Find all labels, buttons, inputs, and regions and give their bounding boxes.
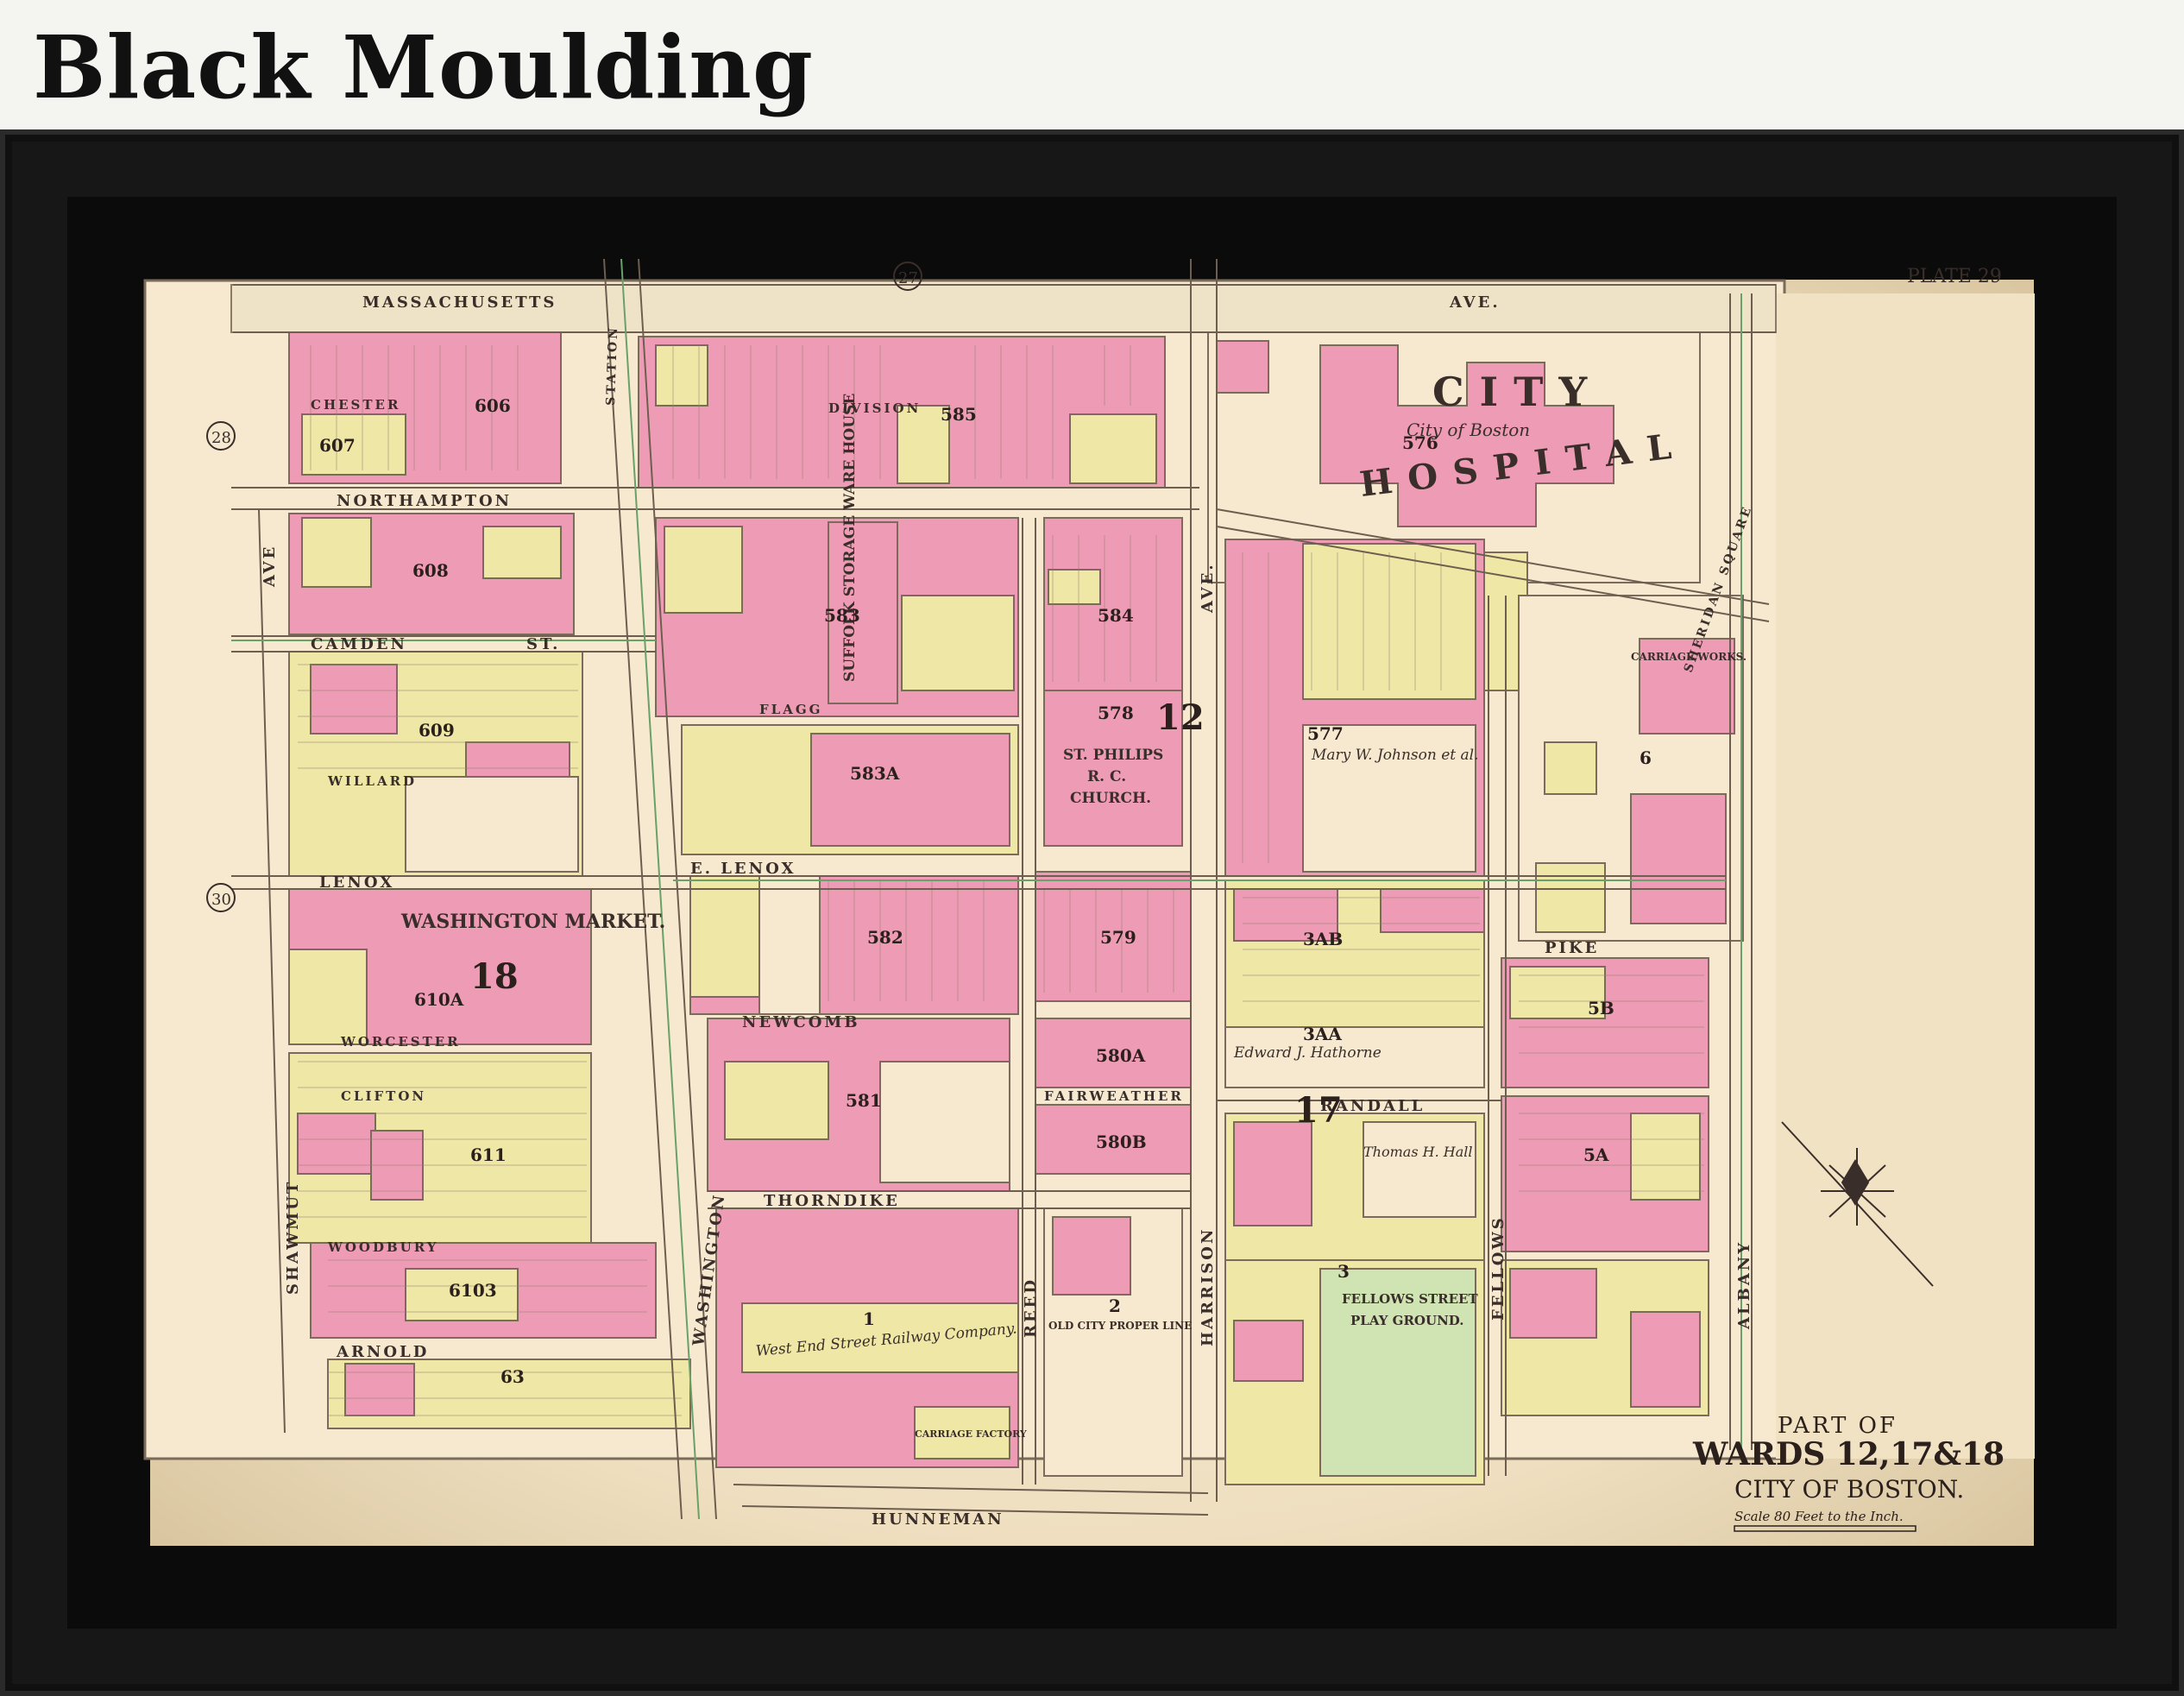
street-newcomb: NEWCOMB — [742, 1013, 860, 1031]
street-camden: CAMDEN — [311, 635, 407, 653]
title-city: CITY OF BOSTON. — [1734, 1475, 1964, 1504]
plate-number-27: 27 — [898, 269, 918, 287]
label-mary-johnson: Mary W. Johnson et al. — [1311, 747, 1479, 764]
plate-number-28: 28 — [211, 429, 231, 447]
street-woodbury: WOODBURY — [327, 1239, 438, 1255]
label-city: CITY — [1432, 369, 1602, 415]
block-585: 585 — [941, 404, 977, 425]
label-suffolk: SUFFOLK STORAGE WARE HOUSE — [841, 394, 859, 682]
street-shawmut: SHAWMUT — [284, 1180, 302, 1295]
block-6: 6 — [1640, 747, 1652, 768]
street-fellows: FELLOWS — [1489, 1215, 1507, 1321]
title-part-of: PART OF — [1778, 1413, 1898, 1439]
street-pike: PIKE — [1545, 939, 1599, 957]
label-thomas-hall: Thomas H. Hall — [1363, 1144, 1472, 1160]
street-thorndike: THORNDIKE — [764, 1192, 900, 1210]
label-st-philips: ST. PHILIPS — [1063, 747, 1163, 764]
block-2: 2 — [1109, 1296, 1121, 1316]
street-fairweather: FAIRWEATHER — [1044, 1088, 1184, 1104]
label-playground-2: PLAY GROUND. — [1350, 1313, 1463, 1328]
block-580b: 580B — [1096, 1132, 1147, 1152]
title-wards: WARDS 12,17&18 — [1692, 1436, 2005, 1472]
street-shawmut-ave: AVE — [261, 545, 279, 588]
street-clifton: CLIFTON — [341, 1088, 426, 1104]
block-6103: 6103 — [449, 1280, 497, 1301]
street-reed: REED — [1022, 1277, 1040, 1338]
label-rc: R. C. — [1087, 768, 1126, 785]
block-606: 606 — [475, 395, 511, 416]
street-chester: CHESTER — [311, 397, 400, 413]
street-e-lenox: E. LENOX — [690, 860, 796, 878]
block-3ab: 3AB — [1303, 929, 1343, 949]
street-willard: WILLARD — [327, 773, 417, 789]
block-63: 63 — [500, 1366, 525, 1387]
label-carriage-works: CARRIAGE WORKS. — [1631, 651, 1747, 663]
atlas-map[interactable]: MASSACHUSETTS AVE. NORTHAMPTON CAMDEN ST… — [0, 0, 2184, 1696]
block-582: 582 — [867, 927, 903, 948]
block-3aa: 3AA — [1303, 1024, 1342, 1044]
street-albany: ALBANY — [1735, 1240, 1753, 1330]
street-hunneman: HUNNEMAN — [872, 1510, 1004, 1529]
block-578: 578 — [1098, 703, 1134, 723]
block-611: 611 — [470, 1144, 507, 1165]
label-church: CHURCH. — [1070, 790, 1151, 807]
label-edward-hathorne: Edward J. Hathorne — [1233, 1044, 1382, 1062]
street-camden-st: ST. — [526, 635, 560, 653]
block-583a: 583A — [850, 763, 900, 784]
street-massachusetts: MASSACHUSETTS — [362, 293, 557, 312]
street-harrison: HARRISON — [1199, 1227, 1217, 1346]
block-12: 12 — [1156, 697, 1205, 738]
label-carriage-factory: CARRIAGE FACTORY — [915, 1428, 1027, 1440]
block-18: 18 — [470, 956, 519, 997]
street-harrison-ave: AVE. — [1199, 562, 1217, 614]
block-5a: 5A — [1583, 1144, 1609, 1165]
block-583: 583 — [824, 605, 860, 626]
street-northampton: NORTHAMPTON — [337, 492, 512, 510]
block-609: 609 — [419, 720, 455, 741]
block-576: 576 — [1402, 432, 1438, 453]
street-arnold: ARNOLD — [336, 1343, 429, 1361]
label-washington-market: WASHINGTON MARKET. — [400, 911, 665, 933]
block-581: 581 — [846, 1090, 882, 1111]
title-scale: Scale 80 Feet to the Inch. — [1734, 1509, 1904, 1524]
label-old-city-line: OLD CITY PROPER LINE — [1048, 1320, 1192, 1332]
block-607: 607 — [319, 435, 356, 456]
block-1: 1 — [863, 1308, 875, 1329]
block-579: 579 — [1100, 927, 1136, 948]
block-608: 608 — [412, 560, 449, 581]
plate-label: PLATE 29 — [1907, 266, 2002, 287]
block-577: 577 — [1307, 723, 1344, 744]
block-17: 17 — [1294, 1090, 1343, 1131]
plate-number-30: 30 — [211, 891, 231, 909]
street-station: STATION — [604, 325, 620, 406]
block-5b: 5B — [1588, 998, 1614, 1018]
block-3: 3 — [1337, 1261, 1350, 1282]
street-ave-top: AVE. — [1449, 293, 1501, 312]
street-worcester: WORCESTER — [340, 1034, 461, 1050]
block-610a: 610A — [414, 989, 464, 1010]
street-flagg: FLAGG — [759, 702, 822, 717]
block-584: 584 — [1098, 605, 1134, 626]
block-580a: 580A — [1096, 1045, 1146, 1066]
street-lenox: LENOX — [319, 873, 394, 892]
label-playground-1: FELLOWS STREET — [1342, 1291, 1478, 1307]
